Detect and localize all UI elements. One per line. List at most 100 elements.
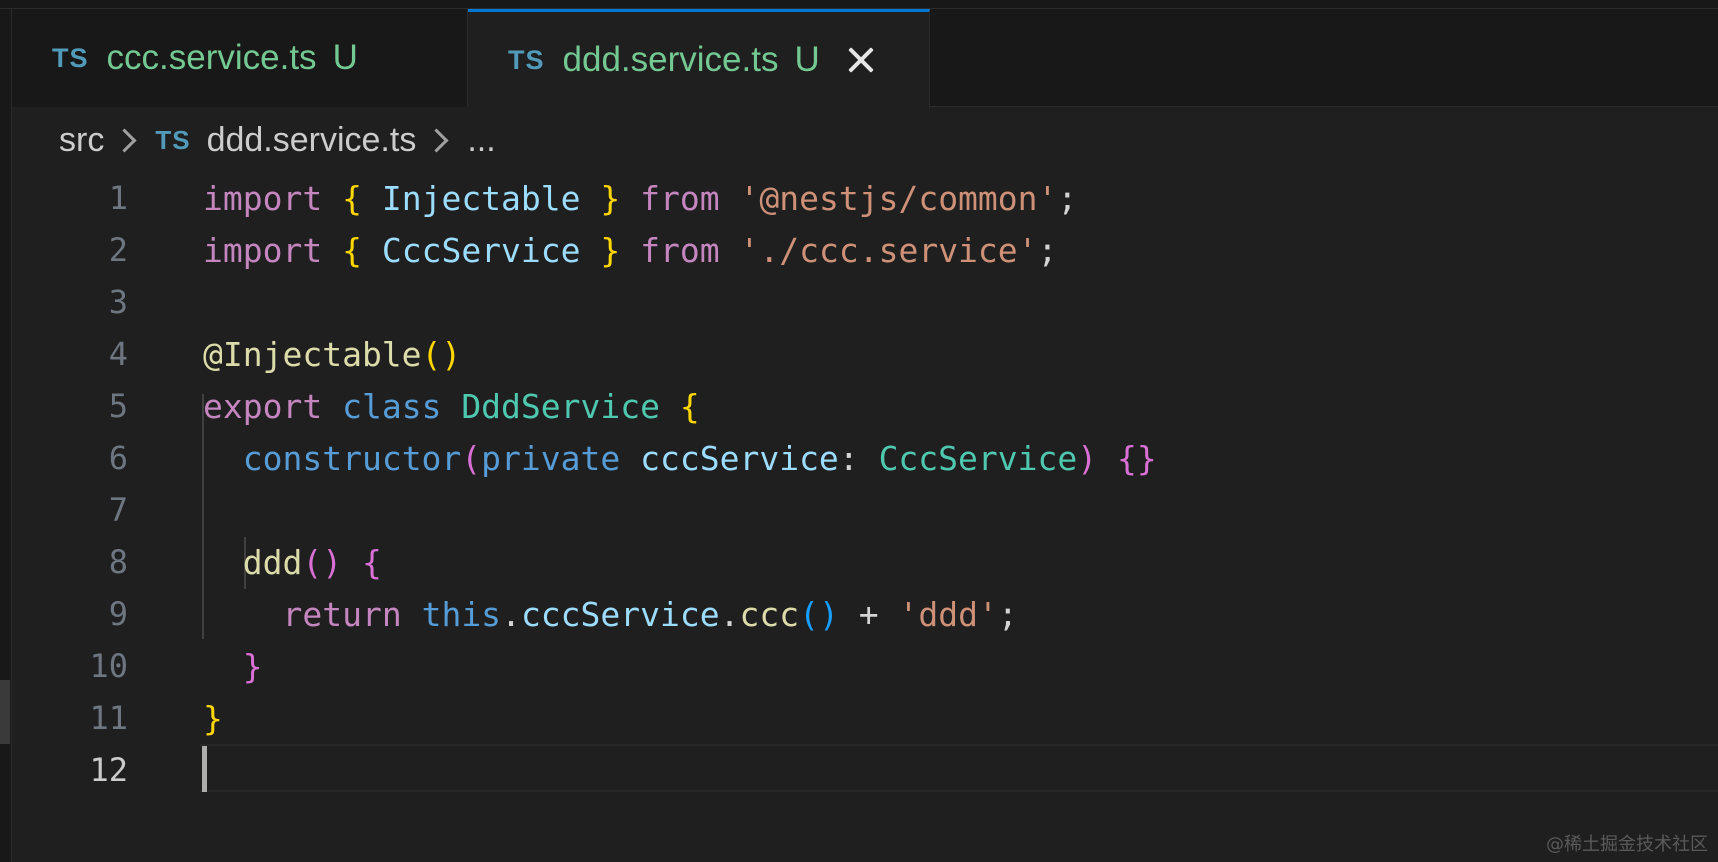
code-token: } xyxy=(600,230,621,270)
breadcrumb-file[interactable]: ddd.service.ts xyxy=(207,121,417,160)
code-editor[interactable]: 1 import { Injectable } from '@nestjs/com… xyxy=(12,172,1718,812)
tab-ddd-service[interactable]: TS ddd.service.ts U xyxy=(468,9,930,108)
code-token: ; xyxy=(997,594,1018,634)
code-line[interactable]: 2 import { CccService } from './ccc.servi… xyxy=(12,224,1718,276)
tab-ccc-service[interactable]: TS ccc.service.ts U xyxy=(12,9,468,107)
breadcrumb: src TS ddd.service.ts ... xyxy=(59,116,496,164)
code-token: {} xyxy=(1117,438,1157,478)
code-token: constructor xyxy=(242,438,462,478)
line-number: 11 xyxy=(89,699,128,737)
breadcrumb-folder[interactable]: src xyxy=(59,121,104,160)
code-text: export class DddService { xyxy=(203,387,700,426)
line-number: 7 xyxy=(108,491,128,529)
code-text: constructor(private cccService: CccServi… xyxy=(203,439,1157,478)
line-number: 1 xyxy=(108,179,128,217)
code-token: ; xyxy=(1037,230,1058,270)
code-text: @Injectable() xyxy=(203,335,461,374)
tab-bar: TS ccc.service.ts U TS ddd.service.ts U xyxy=(0,9,1718,108)
line-number: 8 xyxy=(108,543,128,581)
code-token: () xyxy=(421,334,462,374)
code-token: () xyxy=(799,594,839,634)
code-token: : xyxy=(838,438,879,478)
code-line[interactable]: 10 } xyxy=(12,640,1718,692)
code-text: } xyxy=(203,699,223,738)
code-text: } xyxy=(203,647,263,686)
code-token: ; xyxy=(1057,178,1078,218)
code-token: ( xyxy=(461,438,482,478)
typescript-file-icon: TS xyxy=(52,42,89,73)
text-cursor xyxy=(202,746,207,792)
code-line[interactable]: 3 xyxy=(12,276,1718,328)
chevron-right-icon xyxy=(112,127,137,153)
code-text: ddd() { xyxy=(203,543,382,582)
scrollbar-thumb[interactable] xyxy=(0,680,10,744)
close-icon[interactable] xyxy=(846,45,876,75)
code-line[interactable]: 7 xyxy=(12,484,1718,536)
code-token: { xyxy=(361,542,382,582)
line-number: 5 xyxy=(108,387,128,425)
code-line[interactable]: 12 xyxy=(12,744,1718,796)
code-token: { xyxy=(342,178,362,218)
code-token: class xyxy=(342,386,442,426)
tab-label: ccc.service.ts xyxy=(106,38,317,77)
code-line[interactable]: 9 return this.cccService.ccc() + 'ddd'; xyxy=(12,588,1718,640)
line-number: 4 xyxy=(108,335,128,373)
chevron-right-icon xyxy=(424,127,449,153)
code-line[interactable]: 5 export class DddService { xyxy=(12,380,1718,432)
code-token: cccService xyxy=(640,438,839,478)
code-token: import xyxy=(203,178,323,218)
code-line[interactable]: 8 ddd() { xyxy=(12,536,1718,588)
code-token: import xyxy=(203,230,323,270)
line-number: 9 xyxy=(108,595,128,633)
code-token: CccService xyxy=(878,438,1078,478)
code-token: export xyxy=(203,386,323,426)
code-line[interactable]: 6 constructor(private cccService: CccSer… xyxy=(12,432,1718,484)
code-token: { xyxy=(679,386,700,426)
code-token: @Injectable xyxy=(203,334,422,374)
code-token: DddService xyxy=(461,386,660,426)
line-number: 3 xyxy=(108,283,128,321)
untracked-status-badge: U xyxy=(332,38,358,77)
code-token: '@nestjs/common' xyxy=(739,178,1058,218)
code-token: ) xyxy=(1077,438,1098,478)
code-token: } xyxy=(600,178,621,218)
code-token: + xyxy=(838,594,899,634)
code-token: cccService xyxy=(520,594,720,634)
code-token: this xyxy=(421,594,502,634)
code-line[interactable]: 1 import { Injectable } from '@nestjs/com… xyxy=(12,172,1718,224)
code-token: from xyxy=(640,230,720,270)
code-line[interactable]: 11} xyxy=(12,692,1718,744)
breadcrumb-symbols[interactable]: ... xyxy=(467,121,495,160)
line-number: 10 xyxy=(89,647,128,685)
code-token: private xyxy=(481,438,621,478)
code-line[interactable]: 4 @Injectable() xyxy=(12,328,1718,380)
code-text: import { CccService } from './ccc.servic… xyxy=(203,231,1057,270)
line-number: 6 xyxy=(108,439,128,477)
code-token: } xyxy=(203,698,223,738)
code-token: Injectable xyxy=(381,178,581,218)
current-line-highlight xyxy=(200,744,1718,792)
code-text: return this.cccService.ccc() + 'ddd'; xyxy=(203,594,1018,634)
typescript-file-icon: TS xyxy=(155,124,191,155)
code-token: } xyxy=(242,646,263,686)
code-token: './ccc.service' xyxy=(739,230,1038,270)
